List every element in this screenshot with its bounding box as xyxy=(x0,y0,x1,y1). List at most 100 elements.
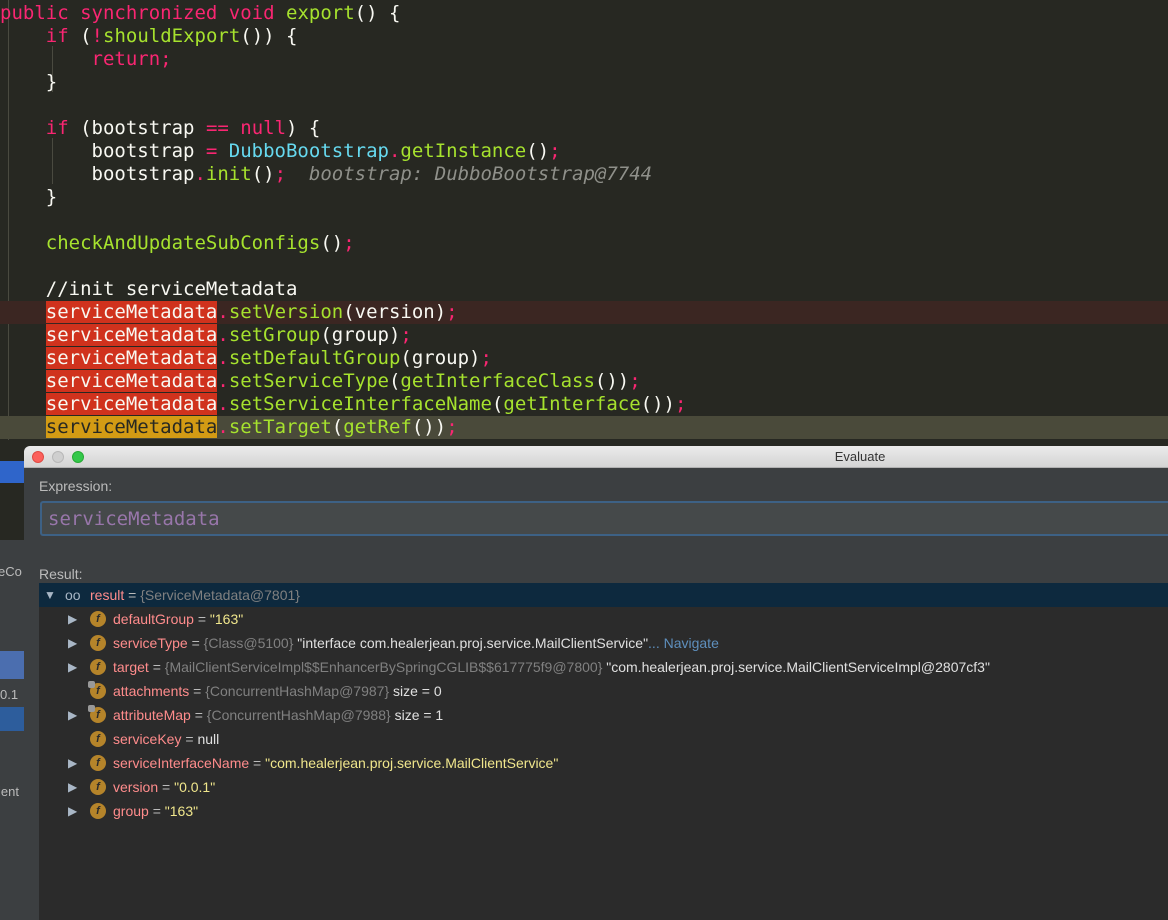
code-line[interactable]: serviceMetadata.setGroup(group); xyxy=(0,324,1168,347)
panel-fragment-text: eCo xyxy=(0,564,22,579)
expand-arrow-icon[interactable]: ▶ xyxy=(68,775,80,799)
code-line[interactable]: return; xyxy=(0,48,1168,71)
tree-row-field[interactable]: f attachments = {ConcurrentHashMap@7987} … xyxy=(39,679,1168,703)
result-tree[interactable]: ▼ oo result = {ServiceMetadata@7801} ▶ f d… xyxy=(39,583,1168,920)
code-token: return xyxy=(91,48,161,70)
field-name: attachments xyxy=(113,683,190,699)
code-token: serviceMetadata xyxy=(45,324,218,346)
code-line[interactable]: } xyxy=(0,186,1168,209)
code-token: (group) xyxy=(400,347,481,369)
code-editor[interactable]: public synchronized void export() { if (… xyxy=(0,0,1168,450)
equals-sign: = xyxy=(193,611,210,627)
expression-field[interactable] xyxy=(40,501,1168,536)
code-token: ()) xyxy=(594,370,630,392)
code-token: . xyxy=(217,347,229,369)
tree-row-field[interactable]: ▶ f serviceInterfaceName = "com.healerjean… xyxy=(39,751,1168,775)
code-line[interactable]: serviceMetadata.setTarget(getRef()); xyxy=(0,416,1168,439)
code-token: ( xyxy=(491,393,504,415)
expand-arrow-icon[interactable]: ▶ xyxy=(68,655,80,679)
code-token: ()) xyxy=(411,416,447,438)
code-token: . xyxy=(217,370,229,392)
tree-row-field[interactable]: f serviceKey = null xyxy=(39,727,1168,751)
code-token: (bootstrap xyxy=(80,117,206,139)
tree-row-field[interactable]: ▶ f attributeMap = {ConcurrentHashMap@7988… xyxy=(39,703,1168,727)
code-line[interactable]: serviceMetadata.setVersion(version); xyxy=(0,301,1168,324)
code-token: . xyxy=(217,393,229,415)
code-token: void xyxy=(228,2,286,24)
code-token: serviceMetadata xyxy=(45,301,218,323)
result-name: result xyxy=(90,587,125,603)
code-token: ; xyxy=(400,324,412,346)
field-value: null xyxy=(197,731,220,747)
tree-row-field[interactable]: ▶ f version = "0.0.1" xyxy=(39,775,1168,799)
code-token: . xyxy=(388,140,401,162)
code-line[interactable]: if (bootstrap == null) { xyxy=(0,117,1168,140)
code-line[interactable]: checkAndUpdateSubConfigs(); xyxy=(0,232,1168,255)
title-bar[interactable]: Evaluate xyxy=(24,446,1168,468)
expression-label: Expression: xyxy=(39,478,113,494)
code-token: getInterface xyxy=(503,393,641,415)
collapse-arrow-icon[interactable]: ▼ xyxy=(44,583,56,607)
field-value: "com.healerjean.proj.service.MailClientS… xyxy=(265,755,559,771)
expand-arrow-icon[interactable]: ▶ xyxy=(68,703,80,727)
expand-arrow-icon[interactable]: ▶ xyxy=(68,799,80,823)
code-token: ; xyxy=(674,393,687,415)
result-label: Result: xyxy=(39,566,83,582)
code-line[interactable] xyxy=(0,255,1168,278)
code-token: ; xyxy=(160,48,172,70)
code-token: bootstrap xyxy=(0,140,206,162)
code-line[interactable]: bootstrap.init(); bootstrap: DubboBootst… xyxy=(0,163,1168,186)
code-token: ; xyxy=(343,232,355,254)
code-token: () xyxy=(526,140,550,162)
tree-row-field[interactable]: ▶ f serviceType = {Class@5100} "interface … xyxy=(39,631,1168,655)
navigate-link[interactable]: ... Navigate xyxy=(648,635,719,651)
code-token: ()) { xyxy=(240,25,298,47)
expand-arrow-icon[interactable]: ▶ xyxy=(68,631,80,655)
code-token: checkAndUpdateSubConfigs xyxy=(45,232,321,254)
code-line[interactable] xyxy=(0,209,1168,232)
code-token: public xyxy=(0,2,81,24)
watch-glasses-icon: oo xyxy=(65,587,81,603)
tree-row-result[interactable]: ▼ oo result = {ServiceMetadata@7801} xyxy=(39,583,1168,607)
code-token: } xyxy=(0,71,58,93)
equals-sign: = xyxy=(128,587,141,603)
code-line[interactable]: public synchronized void export() { xyxy=(0,2,1168,25)
code-line[interactable]: bootstrap = DubboBootstrap.getInstance()… xyxy=(0,140,1168,163)
code-token: serviceMetadata xyxy=(45,416,218,438)
equals-sign: = xyxy=(148,803,165,819)
field-icon: f xyxy=(90,659,106,675)
expression-input[interactable] xyxy=(48,508,1148,530)
code-token: setServiceInterfaceName xyxy=(228,393,492,415)
code-token: if xyxy=(45,25,81,47)
code-line[interactable]: if (!shouldExport()) { xyxy=(0,25,1168,48)
tree-row-field[interactable]: ▶ f target = {MailClientServiceImpl$$Enhan… xyxy=(39,655,1168,679)
code-token: setVersion xyxy=(228,301,344,323)
code-line[interactable]: serviceMetadata.setDefaultGroup(group); xyxy=(0,347,1168,370)
code-token: = xyxy=(205,140,229,162)
code-token: init xyxy=(205,163,252,185)
code-token: (group) xyxy=(320,324,401,346)
tree-row-field[interactable]: ▶ f defaultGroup = "163" xyxy=(39,607,1168,631)
code-token: setTarget xyxy=(228,416,332,438)
panel-fragment-text: ient xyxy=(0,784,19,799)
field-value: "163" xyxy=(209,611,244,627)
field-name: attributeMap xyxy=(113,707,191,723)
code-token: . xyxy=(194,163,206,185)
code-token: ; xyxy=(549,140,561,162)
equals-sign: = xyxy=(249,755,266,771)
equals-sign: = xyxy=(187,635,204,651)
code-line[interactable]: } xyxy=(0,71,1168,94)
field-value: size = 1 xyxy=(394,707,444,723)
field-icon: f xyxy=(88,705,106,723)
code-line[interactable]: serviceMetadata.setServiceInterfaceName(… xyxy=(0,393,1168,416)
code-line[interactable]: //init serviceMetadata xyxy=(0,278,1168,301)
code-line[interactable] xyxy=(0,94,1168,117)
tree-row-field[interactable]: ▶ f group = "163" xyxy=(39,799,1168,823)
expand-arrow-icon[interactable]: ▶ xyxy=(68,607,80,631)
code-token: ; xyxy=(274,163,287,185)
code-line[interactable]: serviceMetadata.setServiceType(getInterf… xyxy=(0,370,1168,393)
expand-arrow-icon[interactable]: ▶ xyxy=(68,751,80,775)
